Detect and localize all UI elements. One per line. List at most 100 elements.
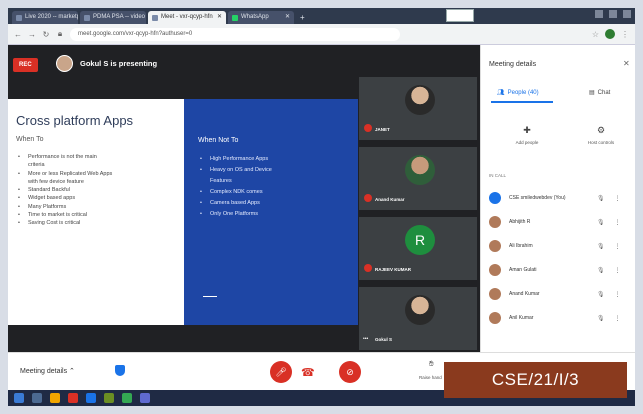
edge-icon[interactable] [86,393,96,403]
more-options-icon[interactable]: ⋮ [615,267,621,274]
slide-list-item: Widget based apps [16,194,184,203]
hang-up-button[interactable]: ☎ [301,366,315,379]
panel-title: Meeting details [489,61,537,68]
media-icon[interactable] [68,393,78,403]
participant-avatar [489,192,501,204]
add-people-button[interactable]: ✚ Add people [497,125,557,145]
tab-favicon-icon [84,14,90,21]
participant-row[interactable]: Anil Kumar 🎙︎ ⋮ [489,309,629,327]
address-bar-actions: ☆ ⋮ [592,29,629,39]
active-tab-indicator [491,101,553,103]
raise-hand-label: Raise hand [419,375,442,380]
participant-avatar [489,264,501,276]
participant-avatar [489,216,501,228]
chrome-icon[interactable] [122,393,132,403]
minimize-icon[interactable] [595,10,603,18]
slide-right-list: High Performance AppsHeavy on OS and Dev… [198,154,358,220]
new-tab-button[interactable]: + [300,11,305,24]
participant-tiles: JANET Anand Kumar R RAJEEV KUMAR ••• Gok… [359,77,477,352]
presenter-avatar [56,55,73,72]
search-icon[interactable] [32,393,42,403]
host-controls-icon: ⚙ [596,125,606,135]
tab-people[interactable]: 👥︎ People (40) [497,89,539,97]
participant-tile[interactable]: ••• Gokul S [359,287,477,350]
slide-list-item: High Performance Apps [198,154,358,165]
participant-row[interactable]: Aman Gulati 🎙︎ ⋮ [489,261,629,279]
store-icon[interactable] [104,393,114,403]
participant-row[interactable]: Ali Ibrahim 🎙︎ ⋮ [489,237,629,255]
participant-row[interactable]: CSE smiledwebdev (You) 🎙︎ ⋮ [489,189,629,207]
slide-list-item: criteria [28,162,45,169]
slide-dash [203,296,217,297]
participant-tile[interactable]: Anand Kumar [359,147,477,210]
slide-list-item: Standard Backful [16,186,184,195]
mic-icon[interactable]: 🎙︎ [597,291,605,298]
browser-window: Live 2020 -- marketpanel✕ PDMA PSA -- vi… [8,8,635,406]
more-options-icon[interactable]: ⋮ [615,315,621,322]
close-window-icon[interactable] [623,10,631,18]
mic-toggle-button[interactable]: 🎤︎ [270,361,292,383]
participant-name: Anil Kumar [509,315,534,321]
participant-name: Anand Kumar [509,291,540,297]
url-field[interactable]: meet.google.com/vxr-qcyp-hfn?authuser=0 [70,27,400,41]
muted-mic-icon [364,264,372,272]
reload-icon[interactable]: ↻ [42,30,50,39]
file-explorer-icon[interactable] [50,393,60,403]
more-options-icon[interactable]: ⋮ [615,219,621,226]
presentation-slide: Cross platform Apps When To Performance … [8,99,358,325]
tab-favicon-icon [232,14,238,21]
recording-badge: REC [13,58,38,72]
slide-list-item: Features [210,178,232,184]
slide-right-panel: When Not To High Performance AppsHeavy o… [184,99,358,325]
participant-tile[interactable]: R RAJEEV KUMAR [359,217,477,280]
tab-favicon-icon [152,14,158,21]
bookmark-star-icon[interactable]: ☆ [592,30,599,39]
raise-hand-icon[interactable]: ✋︎ [429,359,434,369]
overlay-box [446,9,474,22]
address-bar: ← → ↻ 🔒︎ meet.google.com/vxr-qcyp-hfn?au… [8,24,635,45]
tab-chat[interactable]: ▤ Chat [589,89,611,97]
browser-tab[interactable]: Live 2020 -- marketpanel✕ [12,11,78,24]
close-icon[interactable]: ✕ [623,59,630,68]
window-controls [595,10,631,18]
presenting-label: Gokul S is presenting [80,59,158,68]
meeting-details-button[interactable]: Meeting details ⌃ [20,367,75,375]
menu-icon[interactable]: ⋮ [621,30,629,39]
browser-tab-active[interactable]: Meet - vxr-qcyp-hfn ✕ [148,11,226,24]
mic-icon[interactable]: 🎙︎ [597,195,605,202]
participant-row[interactable]: Anand Kumar 🎙︎ ⋮ [489,285,629,303]
mic-icon[interactable]: 🎙︎ [597,219,605,226]
participant-avatar [405,85,435,115]
close-tab-icon[interactable]: ✕ [285,11,290,24]
mic-icon[interactable]: 🎙︎ [597,267,605,274]
participant-name: Gokul S [375,337,393,342]
slide-list-item: Performance is not the main [16,153,184,162]
start-icon[interactable] [14,393,24,403]
profile-avatar[interactable] [605,29,615,39]
participant-avatar [405,155,435,185]
slide-list-item: Many Platforms [16,203,184,212]
mic-icon[interactable]: 🎙︎ [597,243,605,250]
participant-tile[interactable]: JANET [359,77,477,140]
more-options-icon[interactable]: ⋮ [615,291,621,298]
browser-tab[interactable]: WhatsApp ✕ [228,11,294,24]
browser-tab[interactable]: PDMA PSA -- video lecture✕ [80,11,146,24]
forward-icon[interactable]: → [28,30,36,39]
in-call-heading: IN CALL [489,173,507,178]
mic-icon[interactable]: 🎙︎ [597,315,605,322]
watermark-label: CSE/21/I/3 [444,362,627,398]
camera-toggle-button[interactable]: ⊘ [339,361,361,383]
tab-favicon-icon [16,14,22,21]
host-controls-button[interactable]: ⚙ Host controls [571,125,631,145]
back-icon[interactable]: ← [14,30,22,39]
maximize-icon[interactable] [609,10,617,18]
meeting-details-panel: Meeting details ✕ 👥︎ People (40) ▤ Chat ✚ … [480,45,635,352]
app-icon[interactable] [140,393,150,403]
participant-avatar: R [405,225,435,255]
shield-icon[interactable] [115,365,125,376]
more-options-icon[interactable]: ⋮ [615,195,621,202]
close-tab-icon[interactable]: ✕ [217,11,222,24]
participant-row[interactable]: Abhijith R 🎙︎ ⋮ [489,213,629,231]
tab-chat-label: Chat [597,89,611,96]
more-options-icon[interactable]: ⋮ [615,243,621,250]
